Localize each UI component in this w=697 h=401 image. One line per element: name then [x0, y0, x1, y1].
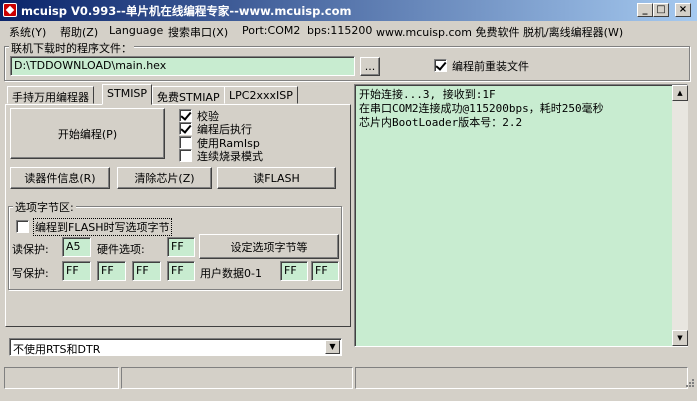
- menu-offline-programmer[interactable]: www.mcuisp.com 免费软件 脱机/离线编程器(W): [376, 24, 623, 40]
- write-protect-input-1[interactable]: FF: [97, 261, 126, 281]
- app-logo-icon: [3, 3, 17, 17]
- menu-search-port[interactable]: 搜索串口(X): [168, 24, 228, 40]
- menu-bps[interactable]: bps:115200: [307, 24, 372, 37]
- verify-checkbox[interactable]: [179, 109, 192, 122]
- maximize-button[interactable]: □: [653, 3, 669, 17]
- write-protect-input-0[interactable]: FF: [62, 261, 91, 281]
- status-cell-2: [121, 367, 353, 389]
- continuous-mode-checkbox[interactable]: [179, 149, 192, 162]
- reload-before-program-checkbox[interactable]: [434, 59, 447, 72]
- use-ramisp-checkbox[interactable]: [179, 136, 192, 149]
- user-data-input-0[interactable]: FF: [280, 261, 308, 281]
- resize-grip-icon[interactable]: [683, 378, 695, 390]
- reload-before-program-label: 编程前重装文件: [452, 60, 529, 73]
- user-data-input-1[interactable]: FF: [311, 261, 339, 281]
- menu-language[interactable]: Language: [109, 24, 163, 37]
- write-option-bytes-checkbox[interactable]: [16, 220, 29, 233]
- write-option-bytes-label: 编程到FLASH时写选项字节: [33, 218, 172, 236]
- tab-lpc2xxxisp[interactable]: LPC2xxxISP: [224, 86, 298, 104]
- menu-system[interactable]: 系统(Y): [9, 24, 46, 40]
- set-option-bytes-button[interactable]: 设定选项字节等: [199, 234, 339, 259]
- log-output[interactable]: 开始连接...3, 接收到:1F 在串口COM2连接成功@115200bps，耗…: [354, 84, 688, 347]
- tab-free-stmiap[interactable]: 免费STMIAP: [152, 86, 225, 104]
- tab-stmisp[interactable]: STMISP: [102, 84, 153, 105]
- menu-port[interactable]: Port:COM2: [242, 24, 300, 37]
- log-line: 在串口COM2连接成功@115200bps，耗时250毫秒: [359, 102, 604, 115]
- tab-handheld-programmer[interactable]: 手持万用编程器: [7, 86, 94, 104]
- browse-file-button[interactable]: ...: [360, 57, 380, 76]
- write-protect-label: 写保护:: [12, 267, 49, 280]
- rts-dtr-select[interactable]: 不使用RTS和DTR ▼: [9, 338, 342, 356]
- read-protect-input[interactable]: A5: [62, 237, 91, 257]
- scroll-down-icon[interactable]: ▼: [672, 330, 688, 346]
- file-group-label: 联机下载时的程序文件：: [9, 40, 134, 56]
- minimize-button[interactable]: _: [637, 3, 653, 17]
- hardware-option-input[interactable]: FF: [167, 237, 195, 257]
- chevron-down-icon[interactable]: ▼: [325, 340, 340, 354]
- close-button[interactable]: ×: [675, 3, 691, 17]
- menu-help[interactable]: 帮助(Z): [60, 24, 98, 40]
- title-bar: mcuisp V0.993--单片机在线编程专家--www.mcuisp.com…: [0, 0, 697, 21]
- read-flash-button[interactable]: 读FLASH: [217, 167, 336, 189]
- window-title: mcuisp V0.993--单片机在线编程专家--www.mcuisp.com: [21, 4, 352, 18]
- status-cell-3: [355, 367, 688, 389]
- log-line: 芯片内BootLoader版本号：2.2: [359, 116, 523, 129]
- continuous-mode-label: 连续烧录模式: [197, 150, 263, 163]
- run-after-program-checkbox[interactable]: [179, 122, 192, 135]
- start-program-button[interactable]: 开始编程(P): [10, 108, 165, 159]
- hex-file-path-input[interactable]: D:\TDDOWNLOAD\main.hex: [10, 56, 355, 76]
- write-protect-input-2[interactable]: FF: [132, 261, 161, 281]
- rts-dtr-selected-value: 不使用RTS和DTR: [13, 343, 101, 356]
- log-horizontal-scrollbar[interactable]: [354, 347, 688, 363]
- read-device-info-button[interactable]: 读器件信息(R): [10, 167, 110, 189]
- option-bytes-group-label: 选项字节区:: [13, 199, 76, 215]
- clear-chip-button[interactable]: 清除芯片(Z): [117, 167, 212, 189]
- write-protect-input-3[interactable]: FF: [167, 261, 195, 281]
- log-line: 开始连接...3, 接收到:1F: [359, 88, 496, 101]
- hardware-option-label: 硬件选项:: [97, 243, 145, 256]
- log-vertical-scrollbar[interactable]: ▲ ▼: [672, 85, 688, 346]
- read-protect-label: 读保护:: [12, 243, 49, 256]
- status-cell-1: [4, 367, 119, 389]
- scroll-up-icon[interactable]: ▲: [672, 85, 688, 101]
- user-data-label: 用户数据0-1: [200, 267, 262, 280]
- menu-bar: 系统(Y) 帮助(Z) Language 搜索串口(X) Port:COM2 b…: [0, 21, 697, 40]
